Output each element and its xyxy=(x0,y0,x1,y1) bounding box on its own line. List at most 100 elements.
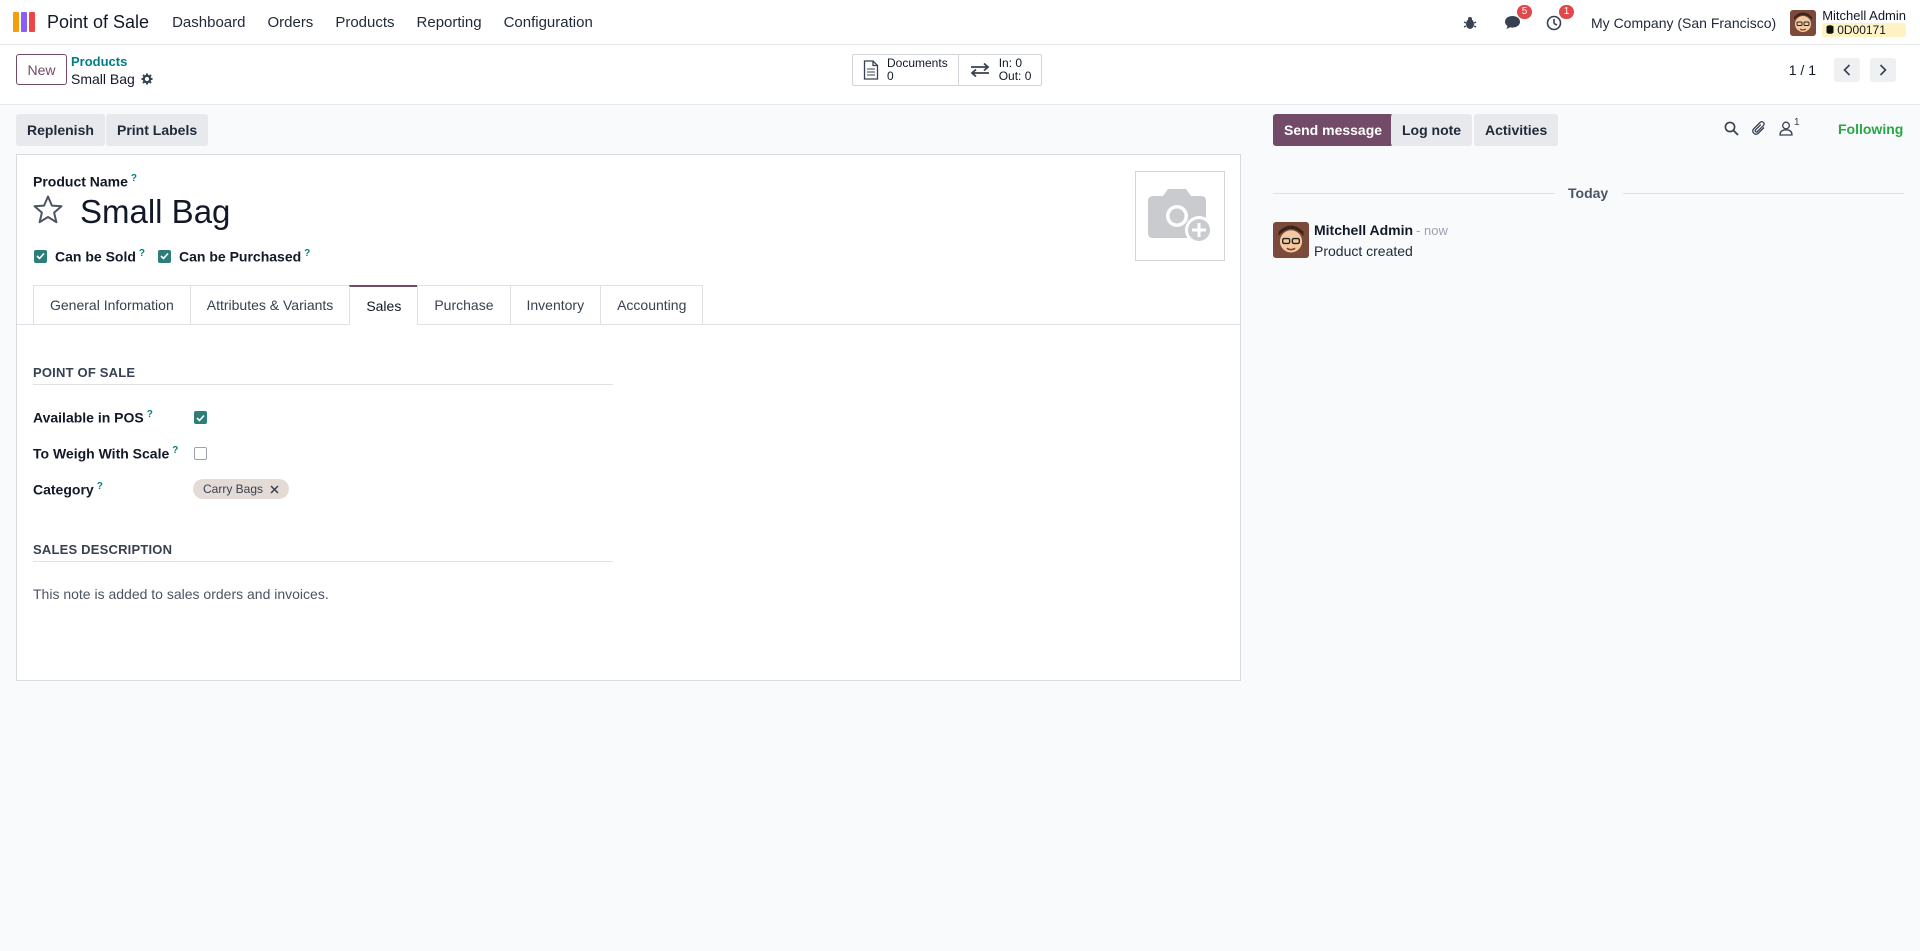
activities-badge: 1 xyxy=(1559,4,1575,19)
database-badge: 0D00171 xyxy=(1822,22,1906,37)
pager: 1 / 1 xyxy=(1789,58,1896,82)
user-name: Mitchell Admin xyxy=(1822,7,1906,23)
can-be-purchased-field: Can be Purchased? xyxy=(158,248,310,265)
in-out-text: In: 0 Out: 0 xyxy=(999,57,1032,83)
sales-description-input[interactable]: This note is added to sales orders and i… xyxy=(33,586,329,602)
chevron-right-icon xyxy=(1879,64,1887,76)
available-in-pos-checkbox[interactable] xyxy=(194,411,207,424)
breadcrumb-current: Small Bag xyxy=(71,71,153,87)
sales-description-section-title: SALES DESCRIPTION xyxy=(33,542,173,557)
record-name: Small Bag xyxy=(71,71,135,87)
message-body: Product created xyxy=(1314,243,1413,259)
close-icon[interactable] xyxy=(270,484,279,494)
app-name[interactable]: Point of Sale xyxy=(47,12,149,33)
message-time: - now xyxy=(1416,223,1448,238)
help-tooltip[interactable]: ? xyxy=(147,409,153,420)
tab-general-information[interactable]: General Information xyxy=(33,285,190,325)
tab-sales[interactable]: Sales xyxy=(349,285,418,325)
documents-count: 0 xyxy=(887,69,894,83)
database-name: 0D00171 xyxy=(1837,22,1886,37)
main-menu: Dashboard Orders Products Reporting Conf… xyxy=(161,14,604,31)
clock-icon[interactable]: 1 xyxy=(1544,4,1575,33)
followers-count: 1 xyxy=(1794,116,1800,128)
message-author: Mitchell Admin - now xyxy=(1314,222,1448,238)
product-name-input[interactable]: Small Bag xyxy=(80,193,230,231)
check-icon xyxy=(160,253,169,260)
in-out-smart-button[interactable]: In: 0 Out: 0 xyxy=(957,55,1042,85)
documents-label: Documents xyxy=(887,56,948,70)
camera-plus-icon xyxy=(1148,189,1213,244)
tab-accounting[interactable]: Accounting xyxy=(600,285,704,325)
help-tooltip[interactable]: ? xyxy=(131,173,137,184)
check-icon xyxy=(36,253,45,260)
can-be-sold-label: Can be Sold? xyxy=(55,248,145,265)
star-icon[interactable] xyxy=(32,194,64,229)
category-tag: Carry Bags xyxy=(193,479,290,499)
print-labels-button[interactable]: Print Labels xyxy=(106,114,209,146)
product-form-sheet: Product Name? Small Bag Can be Sold? Can… xyxy=(16,154,1241,681)
category-text: Category xyxy=(33,481,94,498)
pos-section-title: POINT OF SALE xyxy=(33,365,136,380)
menu-item-reporting[interactable]: Reporting xyxy=(406,14,493,31)
followers-button[interactable]: 1 xyxy=(1779,117,1800,136)
pos-app-icon[interactable] xyxy=(13,12,39,32)
user-info: Mitchell Admin 0D00171 xyxy=(1822,7,1906,37)
can-be-purchased-label: Can be Purchased? xyxy=(179,248,310,265)
chat-icon[interactable]: 5 xyxy=(1502,4,1533,33)
chatter-topbar-icons: 1 xyxy=(1724,117,1800,136)
message-author-name[interactable]: Mitchell Admin xyxy=(1314,222,1413,238)
user-menu[interactable]: Mitchell Admin 0D00171 xyxy=(1790,7,1906,37)
following-button[interactable]: Following xyxy=(1838,121,1903,137)
paperclip-icon[interactable] xyxy=(1751,120,1767,136)
tab-inventory[interactable]: Inventory xyxy=(509,285,601,325)
new-button[interactable]: New xyxy=(16,54,67,85)
help-tooltip[interactable]: ? xyxy=(139,248,145,259)
replenish-button[interactable]: Replenish xyxy=(16,114,105,146)
message-author-avatar[interactable] xyxy=(1273,222,1309,258)
date-divider-left xyxy=(1273,193,1555,194)
help-tooltip[interactable]: ? xyxy=(97,481,103,492)
section-divider xyxy=(33,561,613,562)
chevron-left-icon xyxy=(1843,64,1851,76)
can-be-sold-checkbox[interactable] xyxy=(34,249,47,263)
bug-icon[interactable] xyxy=(1460,13,1480,33)
tab-purchase[interactable]: Purchase xyxy=(417,285,510,325)
user-avatar xyxy=(1790,9,1817,36)
search-icon[interactable] xyxy=(1724,121,1739,136)
can-be-sold-text: Can be Sold xyxy=(55,248,136,265)
category-label: Category? xyxy=(33,481,103,498)
product-name-label: Product Name? xyxy=(33,173,137,190)
breadcrumb-products[interactable]: Products xyxy=(71,54,127,69)
product-image-upload[interactable] xyxy=(1135,171,1225,261)
product-name-label-text: Product Name xyxy=(33,173,128,190)
menu-item-products[interactable]: Products xyxy=(324,14,405,31)
to-weigh-checkbox[interactable] xyxy=(194,447,207,460)
menu-item-dashboard[interactable]: Dashboard xyxy=(161,14,256,31)
tab-attributes-variants[interactable]: Attributes & Variants xyxy=(189,285,350,325)
pager-previous-button[interactable] xyxy=(1834,58,1860,82)
transfer-arrows-icon xyxy=(970,62,990,78)
to-weigh-label: To Weigh With Scale? xyxy=(33,445,178,462)
documents-smart-button[interactable]: Documents 0 xyxy=(853,55,958,85)
date-divider-right xyxy=(1623,193,1904,194)
section-divider xyxy=(33,384,613,385)
send-message-button[interactable]: Send message xyxy=(1273,114,1394,146)
log-note-button[interactable]: Log note xyxy=(1391,114,1473,146)
pager-next-button[interactable] xyxy=(1870,58,1896,82)
available-in-pos-label: Available in POS? xyxy=(33,409,153,426)
smart-buttons: Documents 0 In: 0 Out: 0 xyxy=(852,54,1043,86)
company-switcher[interactable]: My Company (San Francisco) xyxy=(1591,15,1776,31)
can-be-sold-field: Can be Sold? xyxy=(34,248,145,265)
activities-button[interactable]: Activities xyxy=(1474,114,1559,146)
pager-value[interactable]: 1 / 1 xyxy=(1789,62,1816,78)
messages-badge: 5 xyxy=(1517,4,1533,19)
to-weigh-box xyxy=(194,447,207,460)
help-tooltip[interactable]: ? xyxy=(304,248,310,259)
menu-item-configuration[interactable]: Configuration xyxy=(493,14,604,31)
check-icon xyxy=(196,414,205,422)
gear-icon[interactable] xyxy=(141,73,153,85)
help-tooltip[interactable]: ? xyxy=(172,445,178,456)
available-in-pos-box xyxy=(194,411,207,424)
can-be-purchased-checkbox[interactable] xyxy=(158,249,171,263)
menu-item-orders[interactable]: Orders xyxy=(256,14,324,31)
